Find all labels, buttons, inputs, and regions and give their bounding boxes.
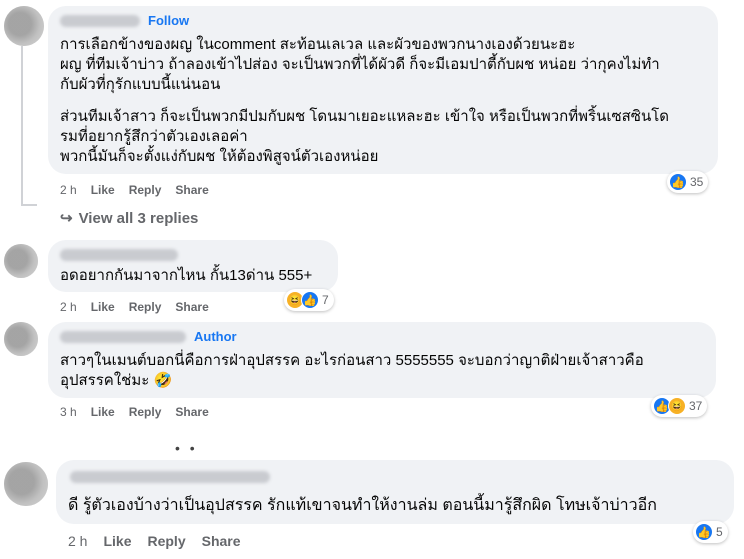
comment-line: ดี รู้ตัวเองบ้างว่าเป็นอุปสรรค รักแท้เขา… <box>68 497 657 514</box>
reply-button[interactable]: Reply <box>129 405 162 419</box>
thread-line <box>21 46 23 206</box>
haha-icon: 😆 <box>668 397 686 415</box>
reaction-summary[interactable]: 😆 👍 7 <box>284 289 334 311</box>
comment-line: พวกนี้มันก็จะตั้งแง่กับผช ให้ต้องพิสูจน์… <box>60 148 379 165</box>
commenter-name[interactable] <box>70 471 270 483</box>
comment-bubble: อดอยากกันมาจากไหน กั้น13ด่าน 555+ <box>48 240 338 292</box>
more-replies-indicator[interactable]: • • <box>175 440 198 456</box>
reaction-summary[interactable]: 👍 35 <box>667 171 709 193</box>
like-icon: 👍 <box>301 291 319 309</box>
reply-button[interactable]: Reply <box>129 300 162 314</box>
avatar[interactable] <box>4 244 38 278</box>
like-icon: 👍 <box>695 523 713 541</box>
comment-actions: 2 h Like Reply Share <box>60 183 209 197</box>
comment-actions: 2 h Like Reply Share <box>68 533 241 549</box>
share-button[interactable]: Share <box>175 300 208 314</box>
commenter-name[interactable] <box>60 249 178 261</box>
commenter-name[interactable] <box>60 15 140 27</box>
comment-line: ส่วนทีมเจ้าสาว ก็จะเป็นพวกมีปมกับผช โดนม… <box>60 108 670 125</box>
avatar[interactable] <box>4 322 38 356</box>
timestamp[interactable]: 3 h <box>60 405 77 419</box>
comment-bubble: Author สาวๆในเมนต์บอกนี่คือการฝ่าอุปสรรค… <box>48 322 716 398</box>
timestamp[interactable]: 2 h <box>68 533 87 549</box>
like-button[interactable]: Like <box>91 300 115 314</box>
reaction-summary[interactable]: 👍 5 <box>693 521 728 543</box>
comment-bubble: ดี รู้ตัวเองบ้างว่าเป็นอุปสรรค รักแท้เขา… <box>56 460 734 524</box>
timestamp[interactable]: 2 h <box>60 300 77 314</box>
comment-line: กับผัวที่กุรักแบบนี้แน่นอน <box>60 76 221 93</box>
comment-line: ผญ ที่ทีมเจ้าบ่าว ถ้าลองเข้าไปส่อง จะเป็… <box>60 56 660 73</box>
comment-line: อุปสรรคใช่มะ 🤣 <box>60 372 173 389</box>
comment-line: รมที่อยากรู้สึกว่าตัวเองเลอค่า <box>60 128 248 145</box>
reply-button[interactable]: Reply <box>129 183 162 197</box>
comment-bubble: Follow การเลือกข้างของผญ ในcomment สะท้อ… <box>48 6 718 174</box>
like-button[interactable]: Like <box>91 183 115 197</box>
reply-button[interactable]: Reply <box>147 533 185 549</box>
share-button[interactable]: Share <box>202 533 241 549</box>
view-replies-link[interactable]: ↪ View all 3 replies <box>60 209 198 227</box>
view-replies-label: View all 3 replies <box>78 210 199 227</box>
reaction-summary[interactable]: 👍 😆 37 <box>651 395 708 417</box>
commenter-name[interactable] <box>60 331 186 343</box>
avatar[interactable] <box>4 6 44 46</box>
comment-line: อดอยากกันมาจากไหน กั้น13ด่าน 555+ <box>60 267 313 284</box>
timestamp[interactable]: 2 h <box>60 183 77 197</box>
reaction-count: 5 <box>716 525 723 539</box>
comment-line: สาวๆในเมนต์บอกนี่คือการฝ่าอุปสรรค อะไรก่… <box>60 352 644 369</box>
reaction-count: 35 <box>690 175 704 189</box>
like-button[interactable]: Like <box>103 533 131 549</box>
reply-arrow-icon: ↪ <box>60 210 73 227</box>
share-button[interactable]: Share <box>175 183 208 197</box>
reaction-count: 37 <box>689 399 703 413</box>
thread-line-curve <box>21 204 37 206</box>
like-icon: 👍 <box>669 173 687 191</box>
avatar[interactable] <box>4 462 48 506</box>
like-button[interactable]: Like <box>91 405 115 419</box>
comment-line: การเลือกข้างของผญ ในcomment สะท้อนเลเวล … <box>60 36 576 53</box>
author-badge: Author <box>194 329 237 344</box>
reaction-count: 7 <box>322 293 329 307</box>
share-button[interactable]: Share <box>175 405 208 419</box>
comment-actions: 3 h Like Reply Share <box>60 405 209 419</box>
comment-actions: 2 h Like Reply Share <box>60 300 209 314</box>
follow-button[interactable]: Follow <box>148 13 189 28</box>
